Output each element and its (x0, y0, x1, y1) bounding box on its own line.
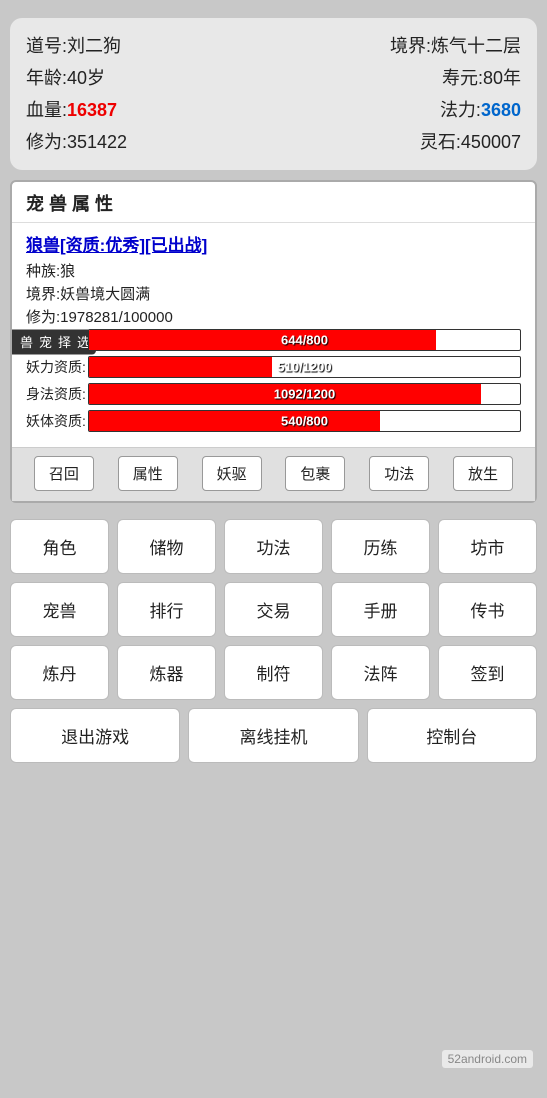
pet-modal-body: 狼兽[资质:优秀][已出战] 种族:狼 境界:妖兽境大圆满 修为:1978281… (12, 223, 535, 447)
lifespan-label: 寿元:80年 (442, 64, 521, 90)
bottom-btn-退出游戏[interactable]: 退出游戏 (10, 708, 180, 763)
pet-name: 狼兽[资质:优秀][已出战] (26, 231, 521, 256)
menu-btn-角色[interactable]: 角色 (10, 519, 109, 574)
menu-btn-排行[interactable]: 排行 (117, 582, 216, 637)
stat-bar-bg-2: 1092/1200 (88, 383, 521, 405)
realm-label: 境界:炼气十二层 (390, 32, 521, 58)
watermark: 52android.com (442, 1050, 533, 1068)
menu-btn-历练[interactable]: 历练 (331, 519, 430, 574)
stat-row: 体质资质: 644/800 (26, 329, 521, 351)
stat-label-3: 妖体资质: (26, 411, 88, 431)
stat-label-1: 妖力资质: (26, 357, 88, 377)
char-row-hp-mp: 血量:16387 法力:3680 (26, 96, 521, 122)
stat-bar-text-2: 1092/1200 (274, 387, 335, 402)
stat-row: 妖力资质: 510/1200 (26, 356, 521, 378)
menu-btn-储物[interactable]: 储物 (117, 519, 216, 574)
char-row-age-lifespan: 年龄:40岁 寿元:80年 (26, 64, 521, 90)
pet-modal: 选择宠兽 宠 兽 属 性 狼兽[资质:优秀][已出战] 种族:狼 境界:妖兽境大… (10, 180, 537, 503)
bottom-row: 退出游戏离线挂机控制台 (10, 708, 537, 763)
pet-action-召回[interactable]: 召回 (34, 456, 94, 491)
menu-btn-手册[interactable]: 手册 (331, 582, 430, 637)
side-label: 选择宠兽 (12, 329, 96, 354)
mp-value: 3680 (481, 100, 521, 120)
char-row-xiu-ling: 修为:351422 灵石:450007 (26, 128, 521, 154)
bottom-btn-控制台[interactable]: 控制台 (367, 708, 537, 763)
pet-xiu: 修为:1978281/100000 (26, 306, 521, 327)
stat-bar-bg-0: 644/800 (88, 329, 521, 351)
stat-bar-fill-3 (89, 411, 380, 431)
stat-bar-text-0: 644/800 (281, 333, 328, 348)
pet-modal-title: 宠 兽 属 性 (12, 182, 535, 223)
bottom-btn-离线挂机[interactable]: 离线挂机 (188, 708, 358, 763)
stat-row: 身法资质: 1092/1200 (26, 383, 521, 405)
menu-btn-传书[interactable]: 传书 (438, 582, 537, 637)
pet-race: 种族:狼 (26, 260, 521, 281)
menu-btn-坊市[interactable]: 坊市 (438, 519, 537, 574)
stat-bar-text-3: 540/800 (281, 414, 328, 429)
char-card: 道号:刘二狗 境界:炼气十二层 年龄:40岁 寿元:80年 血量:16387 法… (10, 18, 537, 170)
stat-label-2: 身法资质: (26, 384, 88, 404)
hp-value: 16387 (67, 100, 117, 120)
pet-action-功法[interactable]: 功法 (369, 456, 429, 491)
ling-label: 灵石:450007 (420, 128, 521, 154)
pet-realm: 境界:妖兽境大圆满 (26, 283, 521, 304)
xiu-label: 修为:351422 (26, 128, 127, 154)
stat-bars: 体质资质: 644/800 妖力资质: 510/1200 身法资质: 1092/… (26, 329, 521, 432)
main-menu: 角色储物功法历练坊市宠兽排行交易手册传书炼丹炼器制符法阵签到 退出游戏离线挂机控… (0, 519, 547, 763)
pet-action-包裹[interactable]: 包裹 (285, 456, 345, 491)
menu-btn-宠兽[interactable]: 宠兽 (10, 582, 109, 637)
stat-bar-fill-1 (89, 357, 272, 377)
menu-btn-功法[interactable]: 功法 (224, 519, 323, 574)
stat-bar-bg-3: 540/800 (88, 410, 521, 432)
menu-btn-制符[interactable]: 制符 (224, 645, 323, 700)
hp-label: 血量:16387 (26, 96, 117, 122)
stat-row: 妖体资质: 540/800 (26, 410, 521, 432)
menu-grid: 角色储物功法历练坊市宠兽排行交易手册传书炼丹炼器制符法阵签到 (10, 519, 537, 700)
pet-action-放生[interactable]: 放生 (453, 456, 513, 491)
pet-actions: 召回属性妖驱包裹功法放生 (12, 447, 535, 501)
menu-btn-签到[interactable]: 签到 (438, 645, 537, 700)
pet-action-妖驱[interactable]: 妖驱 (202, 456, 262, 491)
menu-btn-交易[interactable]: 交易 (224, 582, 323, 637)
dao-label: 道号:刘二狗 (26, 32, 121, 58)
stat-bar-bg-1: 510/1200 (88, 356, 521, 378)
stat-bar-text-1: 510/1200 (277, 360, 331, 375)
char-row-name-realm: 道号:刘二狗 境界:炼气十二层 (26, 32, 521, 58)
menu-btn-炼器[interactable]: 炼器 (117, 645, 216, 700)
age-label: 年龄:40岁 (26, 64, 105, 90)
mp-label: 法力:3680 (440, 96, 521, 122)
pet-action-属性[interactable]: 属性 (118, 456, 178, 491)
menu-btn-炼丹[interactable]: 炼丹 (10, 645, 109, 700)
menu-btn-法阵[interactable]: 法阵 (331, 645, 430, 700)
stat-bar-fill-0 (89, 330, 436, 350)
